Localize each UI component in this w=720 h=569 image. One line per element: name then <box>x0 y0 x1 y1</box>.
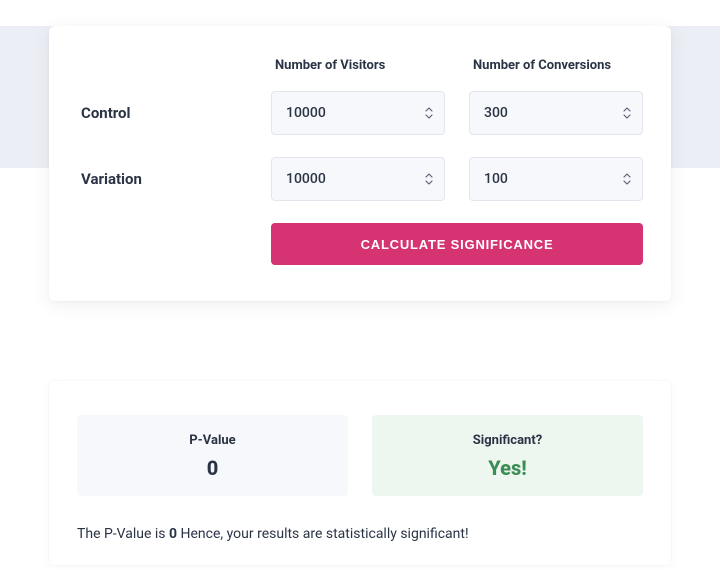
variation-row: Variation <box>77 157 643 201</box>
pvalue-label: P-Value <box>87 433 338 448</box>
results-card: P-Value 0 Significant? Yes! The P-Value … <box>49 381 671 565</box>
control-visitors-wrapper <box>271 91 445 135</box>
control-label: Control <box>77 104 271 122</box>
significant-box: Significant? Yes! <box>372 415 643 496</box>
column-headers: Number of Visitors Number of Conversions <box>77 58 643 73</box>
control-conversions-wrapper <box>469 91 643 135</box>
variation-label: Variation <box>77 170 271 188</box>
calculator-card: Number of Visitors Number of Conversions… <box>49 26 671 301</box>
significant-label: Significant? <box>382 433 633 448</box>
explanation-prefix: The P-Value is <box>77 526 169 542</box>
conversions-header: Number of Conversions <box>469 58 643 73</box>
control-visitors-input[interactable] <box>271 91 445 135</box>
variation-visitors-input[interactable] <box>271 157 445 201</box>
variation-conversions-input[interactable] <box>469 157 643 201</box>
calculate-button[interactable]: CALCULATE SIGNIFICANCE <box>271 223 643 265</box>
significant-value: Yes! <box>382 456 633 480</box>
control-conversions-input[interactable] <box>469 91 643 135</box>
explanation-text: The P-Value is 0 Hence, your results are… <box>77 524 643 545</box>
pvalue-value: 0 <box>87 456 338 480</box>
explanation-suffix: Hence, your results are statistically si… <box>177 526 469 542</box>
variation-conversions-wrapper <box>469 157 643 201</box>
visitors-header: Number of Visitors <box>271 58 445 73</box>
control-row: Control <box>77 91 643 135</box>
spacer <box>77 58 271 73</box>
results-row: P-Value 0 Significant? Yes! <box>77 415 643 496</box>
button-row: CALCULATE SIGNIFICANCE <box>77 223 643 265</box>
spacer <box>77 223 271 265</box>
variation-visitors-wrapper <box>271 157 445 201</box>
explanation-pvalue: 0 <box>169 526 177 542</box>
pvalue-box: P-Value 0 <box>77 415 348 496</box>
